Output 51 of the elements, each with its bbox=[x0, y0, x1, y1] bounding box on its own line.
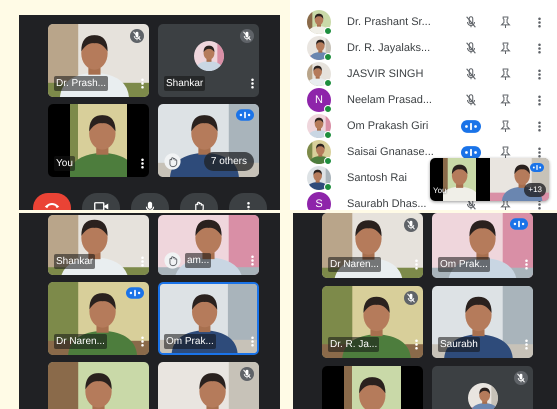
more-icon[interactable] bbox=[141, 158, 144, 169]
online-dot bbox=[324, 183, 332, 191]
more-icon[interactable] bbox=[538, 68, 542, 80]
online-dot bbox=[324, 131, 332, 139]
video-tile[interactable]: You bbox=[48, 104, 149, 177]
pin-icon[interactable] bbox=[500, 16, 511, 28]
participant-name: Om Prakash Giri bbox=[347, 118, 430, 134]
participant-name: Om Prak... bbox=[164, 334, 216, 349]
others-count[interactable]: 7 others bbox=[204, 152, 254, 171]
avatar: N bbox=[307, 88, 331, 112]
participant-name: Shankar bbox=[164, 76, 206, 91]
online-dot bbox=[324, 157, 332, 165]
online-dot bbox=[324, 27, 332, 35]
participant-name: am... bbox=[185, 253, 212, 268]
participant-name: Saurabh bbox=[438, 337, 480, 352]
pin-icon[interactable] bbox=[500, 120, 511, 132]
camera-icon bbox=[94, 201, 108, 210]
floating-video-window[interactable]: You +13 bbox=[430, 158, 549, 201]
pin-icon[interactable] bbox=[500, 42, 511, 54]
participant-name: Dr. Prashant Sr... bbox=[347, 14, 432, 30]
participant-name: Dr. R. Jayalaks... bbox=[347, 40, 432, 56]
more-icon[interactable] bbox=[538, 146, 542, 158]
participant-name: Dr. R. Ja... bbox=[328, 337, 380, 352]
participant-name: Neelam Prasad... bbox=[347, 92, 433, 108]
more-icon bbox=[246, 201, 250, 210]
pin-icon[interactable] bbox=[500, 146, 511, 158]
participant-name: Saurabh Dhas... bbox=[347, 196, 428, 210]
online-dot bbox=[324, 53, 332, 61]
online-dot bbox=[324, 105, 332, 113]
pin-icon[interactable] bbox=[500, 94, 511, 106]
others-count: +13 bbox=[524, 183, 546, 197]
participant-name: JASVIR SINGH bbox=[347, 66, 424, 82]
participant-name: You bbox=[433, 185, 446, 197]
video-tile[interactable]: Shankar bbox=[158, 24, 259, 97]
pin-icon[interactable] bbox=[500, 68, 511, 80]
more-icon[interactable] bbox=[538, 120, 542, 132]
phone-icon bbox=[44, 201, 60, 209]
participant-name: You bbox=[54, 156, 75, 171]
more-icon[interactable] bbox=[538, 42, 542, 54]
participant-name: Saisai Gnanase... bbox=[347, 144, 435, 160]
participant-name: Dr. Prash... bbox=[54, 76, 108, 91]
online-dot bbox=[324, 79, 332, 87]
participant-name: Santosh Rai bbox=[347, 170, 408, 186]
participant-name: Om Prak... bbox=[438, 257, 490, 272]
more-icon[interactable] bbox=[251, 78, 254, 89]
avatar: S bbox=[307, 192, 331, 210]
more-icon[interactable] bbox=[538, 94, 542, 106]
participant-name: Dr Naren... bbox=[328, 257, 381, 272]
participant-name: Dr Naren... bbox=[54, 334, 107, 349]
participant-name: Shankar bbox=[54, 254, 96, 269]
more-icon[interactable] bbox=[538, 16, 542, 28]
